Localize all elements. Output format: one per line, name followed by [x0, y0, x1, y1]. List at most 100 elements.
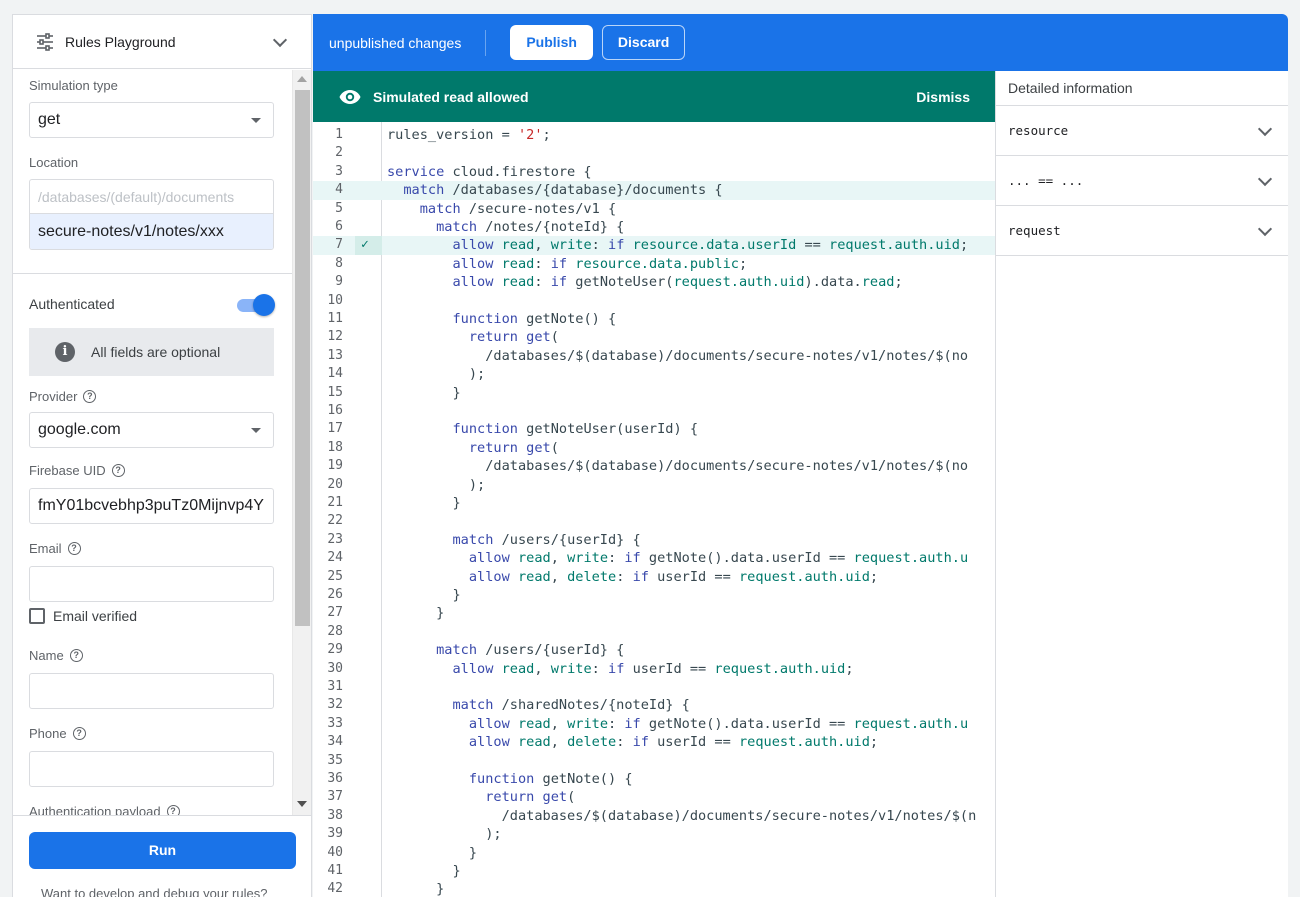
- code-text: return get(: [468, 329, 559, 346]
- eye-icon: [339, 89, 361, 104]
- code-line[interactable]: 24 allow read, write: if getNote().data.…: [313, 549, 995, 567]
- code-line[interactable]: 12 return get(: [313, 328, 995, 346]
- line-number: 22: [327, 513, 343, 529]
- code-text: }: [387, 495, 461, 511]
- code-line[interactable]: 20 );: [313, 476, 995, 494]
- detail-row-resource[interactable]: resource: [996, 106, 1288, 156]
- detail-row-request[interactable]: request: [996, 206, 1288, 256]
- code-line[interactable]: 6 match /notes/{noteId} {: [313, 218, 995, 236]
- form-scrollbar[interactable]: [292, 70, 311, 815]
- chevron-down-icon[interactable]: [1257, 221, 1273, 236]
- email-input[interactable]: [29, 566, 274, 602]
- code-line[interactable]: 4 match /databases/{database}/documents …: [313, 181, 995, 200]
- email-verified-row[interactable]: Email verified: [29, 608, 137, 624]
- code-line[interactable]: 42 }: [313, 880, 995, 897]
- code-line[interactable]: 28: [313, 623, 995, 641]
- code-line[interactable]: 16: [313, 402, 995, 420]
- code-line[interactable]: 3 service cloud.firestore {: [313, 163, 995, 181]
- line-number: 29: [327, 642, 343, 658]
- publish-button[interactable]: Publish: [510, 25, 593, 60]
- line-number: 8: [335, 255, 343, 271]
- code-text: match /secure-notes/v1 {: [419, 200, 617, 217]
- email-verified-checkbox[interactable]: [29, 608, 45, 624]
- simulation-message: Simulated read allowed: [373, 88, 529, 105]
- code-line[interactable]: 40 }: [313, 844, 995, 862]
- help-icon[interactable]: ?: [83, 390, 97, 403]
- auth-payload-label: Authentication payload?: [29, 804, 180, 815]
- code-text: );: [387, 366, 486, 383]
- code-line[interactable]: 9 allow read: if getNoteUser(request.aut…: [313, 273, 995, 291]
- detail-row-comparison[interactable]: ... == ...: [996, 156, 1288, 206]
- code-line[interactable]: 29 match /users/{userId} {: [313, 641, 995, 659]
- chevron-down-icon[interactable]: [272, 32, 288, 47]
- scrollbar-thumb[interactable]: [295, 90, 310, 626]
- scroll-down-arrow-icon[interactable]: [297, 801, 307, 807]
- code-line[interactable]: 23 match /users/{userId} {: [313, 531, 995, 549]
- discard-button[interactable]: Discard: [601, 25, 686, 60]
- rules-code-editor[interactable]: 1 rules_version = '2'; 2 3 service cloud.fir…: [313, 122, 995, 897]
- code-line[interactable]: 39 );: [313, 825, 995, 843]
- code-text: return get(: [468, 439, 559, 456]
- code-line[interactable]: 31: [313, 678, 995, 696]
- line-number: 4: [335, 182, 343, 198]
- playground-header[interactable]: Rules Playground: [13, 15, 311, 69]
- code-line[interactable]: 19 /databases/$(database)/documents/secu…: [313, 457, 995, 475]
- code-line[interactable]: 37 return get(: [313, 788, 995, 806]
- line-number: 11: [327, 311, 343, 326]
- code-line[interactable]: 32 match /sharedNotes/{noteId} {: [313, 696, 995, 714]
- code-line[interactable]: 8 allow read: if resource.data.public;: [313, 255, 995, 273]
- code-line[interactable]: 17 function getNoteUser(userId) {: [313, 420, 995, 438]
- line-number: 35: [327, 752, 343, 768]
- help-icon[interactable]: ?: [72, 727, 86, 740]
- location-input[interactable]: secure-notes/v1/notes/xxx: [30, 214, 273, 249]
- code-line[interactable]: 7 ✓ allow read, write: if resource.data.u…: [313, 236, 995, 256]
- code-line[interactable]: 34 allow read, delete: if userId == requ…: [313, 733, 995, 751]
- run-button[interactable]: Run: [29, 832, 296, 869]
- help-icon[interactable]: ?: [166, 805, 180, 815]
- authenticated-label: Authenticated: [29, 296, 115, 312]
- help-icon[interactable]: ?: [67, 542, 81, 555]
- code-line[interactable]: 13 /databases/$(database)/documents/secu…: [313, 347, 995, 365]
- code-line[interactable]: 41 }: [313, 862, 995, 880]
- code-line[interactable]: 27 }: [313, 604, 995, 622]
- code-line[interactable]: 33 allow read, write: if getNote().data.…: [313, 715, 995, 733]
- code-line[interactable]: 35: [313, 752, 995, 770]
- help-icon[interactable]: ?: [69, 649, 83, 662]
- line-number: 12: [327, 329, 343, 345]
- help-icon[interactable]: ?: [111, 464, 125, 477]
- code-text: }: [387, 881, 445, 897]
- rules-playground-panel: Rules Playground Simulation type get Loc…: [12, 14, 312, 897]
- scroll-up-arrow-icon[interactable]: [297, 76, 307, 82]
- chevron-down-icon[interactable]: [1257, 171, 1273, 186]
- provider-select[interactable]: google.com: [29, 412, 274, 448]
- code-line[interactable]: 5 match /secure-notes/v1 {: [313, 200, 995, 218]
- code-line[interactable]: 26 }: [313, 586, 995, 604]
- simulation-type-select[interactable]: get: [29, 102, 274, 138]
- code-line[interactable]: 15 }: [313, 384, 995, 402]
- tune-icon: [37, 32, 53, 51]
- playground-footer: Run Want to develop and debug your rules…: [13, 815, 311, 897]
- code-line[interactable]: 2: [313, 144, 995, 162]
- code-text: allow read, write: if resource.data.user…: [452, 237, 969, 254]
- location-field[interactable]: /databases/(default)/documents secure-no…: [29, 179, 274, 250]
- firebase-uid-input[interactable]: fmY01bcvebhp3puTz0Mijnvp4Y: [29, 488, 274, 524]
- code-line[interactable]: 14 );: [313, 365, 995, 383]
- authenticated-toggle[interactable]: [237, 293, 275, 317]
- line-number: 2: [335, 145, 343, 161]
- code-line[interactable]: 30 allow read, write: if userId == reque…: [313, 660, 995, 678]
- code-line[interactable]: 11 function getNote() {: [313, 310, 995, 328]
- dismiss-button[interactable]: Dismiss: [916, 89, 970, 105]
- phone-input[interactable]: [29, 751, 274, 787]
- code-line[interactable]: 21 }: [313, 494, 995, 512]
- code-line[interactable]: 10: [313, 292, 995, 310]
- code-line[interactable]: 22: [313, 512, 995, 530]
- chevron-down-icon[interactable]: [1257, 121, 1273, 136]
- code-line[interactable]: 38 /databases/$(database)/documents/secu…: [313, 807, 995, 825]
- name-label: Name?: [29, 648, 83, 663]
- code-line[interactable]: 18 return get(: [313, 439, 995, 457]
- code-line[interactable]: 25 allow read, delete: if userId == requ…: [313, 568, 995, 586]
- dropdown-arrow-icon: [251, 118, 261, 123]
- code-line[interactable]: 36 function getNote() {: [313, 770, 995, 788]
- name-input[interactable]: [29, 673, 274, 709]
- code-line[interactable]: 1 rules_version = '2';: [313, 126, 995, 144]
